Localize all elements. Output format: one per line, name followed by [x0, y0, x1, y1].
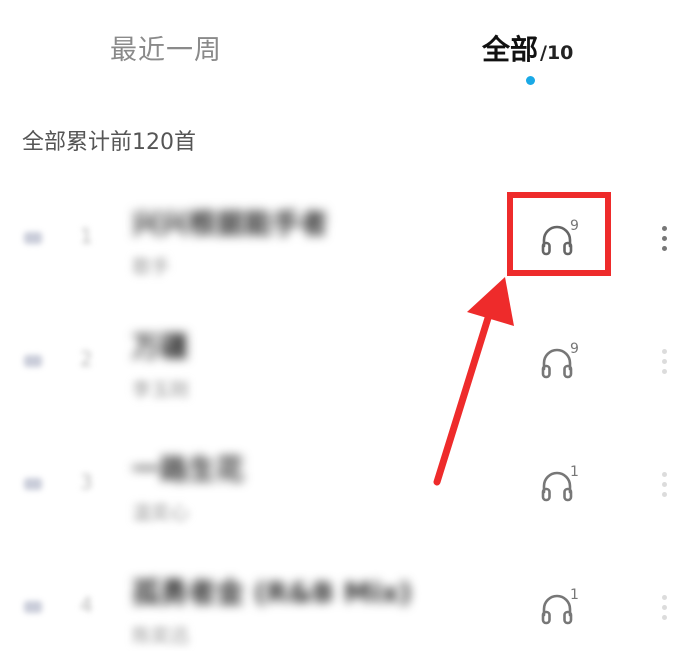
annotation-arrow — [433, 277, 514, 486]
